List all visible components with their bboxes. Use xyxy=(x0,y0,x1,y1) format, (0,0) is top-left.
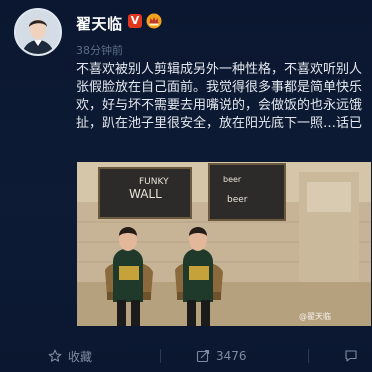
action-divider xyxy=(160,349,161,363)
comment-icon xyxy=(345,350,357,362)
action-divider xyxy=(308,349,309,363)
post-content-line: 不喜欢被别人剪辑成另外一种性格，不喜欢听别人 xyxy=(76,62,363,77)
weibo-post: 翟天临 V 38分钟前 不喜欢被别人剪辑成另外一种性格，不喜欢听别人 张假脸放在… xyxy=(0,0,372,372)
avatar-photo xyxy=(16,10,60,54)
comment-button[interactable] xyxy=(344,344,358,368)
crown-badge-icon xyxy=(146,13,162,29)
svg-text:WALL: WALL xyxy=(129,187,162,201)
repost-count: 3476 xyxy=(216,349,247,363)
post-image-photo: FUNKY WALL beer beer xyxy=(77,162,371,326)
username[interactable]: 翟天临 xyxy=(76,13,123,34)
image-watermark: @翟天临 xyxy=(299,312,331,321)
post-content: 不喜欢被别人剪辑成另外一种性格，不喜欢听别人 张假脸放在自己面前。我觉得很多事都… xyxy=(76,61,372,133)
post-content-line: 扯，趴在池子里很安全，放在阳光底下一照…话已 xyxy=(76,116,363,131)
favorite-button[interactable]: 收藏 xyxy=(48,344,92,368)
repost-button[interactable]: 3476 xyxy=(196,344,247,368)
post-timestamp[interactable]: 38分钟前 xyxy=(76,42,123,58)
verified-badge: V xyxy=(128,14,142,28)
svg-text:beer: beer xyxy=(227,195,248,205)
star-icon xyxy=(48,349,62,362)
avatar[interactable] xyxy=(14,8,62,56)
repost-icon xyxy=(196,349,210,363)
svg-text:beer: beer xyxy=(223,175,242,184)
action-bar: 收藏 3476 xyxy=(0,344,372,368)
svg-text:FUNKY: FUNKY xyxy=(139,177,169,187)
post-content-line: 张假脸放在自己面前。我觉得很多事都是简单快乐 xyxy=(76,80,363,95)
post-image[interactable]: FUNKY WALL beer beer @翟天临 xyxy=(77,162,371,326)
favorite-label: 收藏 xyxy=(68,349,93,364)
post-content-line: 欢，好与坏不需要去用嘴说的，会做饭的也永远饿 xyxy=(76,98,363,113)
